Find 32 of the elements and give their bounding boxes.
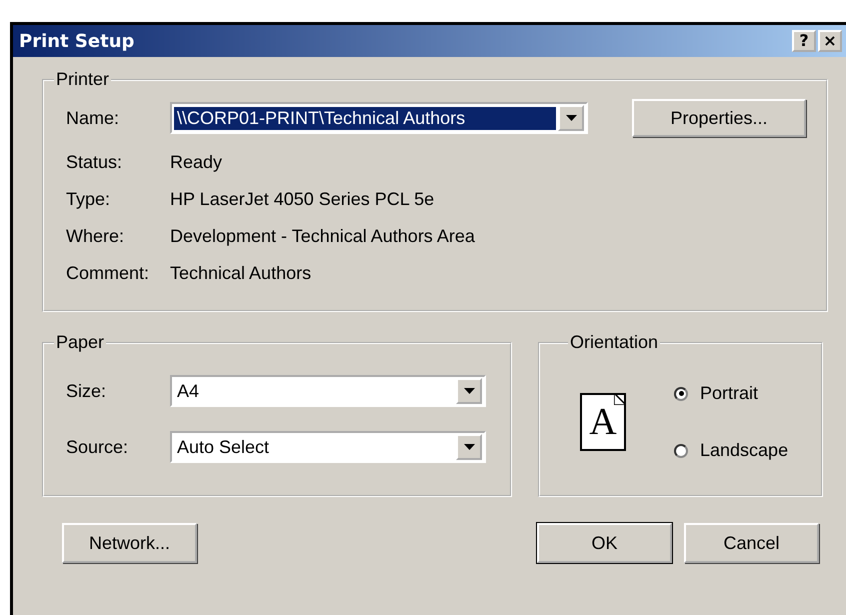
info-value: Development - Technical Authors Area [170, 226, 475, 247]
dropdown-value: Auto Select [176, 436, 270, 458]
cancel-button[interactable]: Cancel [684, 523, 819, 563]
help-button[interactable]: ? [792, 30, 816, 52]
radio-button[interactable] [674, 444, 688, 458]
field-label: Source: [66, 436, 130, 458]
field-label: Name: [66, 108, 120, 128]
group-label: Paper [55, 332, 106, 353]
printer-dropdown[interactable]: \\CORP01-PRINT\Technical Authors [170, 102, 588, 134]
info-value: HP LaserJet 4050 Series PCL 5e [170, 189, 434, 210]
field-label: Size: [66, 380, 108, 402]
properties-button[interactable]: Properties... [632, 99, 806, 137]
info-label: Where: [66, 226, 126, 247]
info-label: Comment: [66, 263, 150, 284]
network-button[interactable]: Network... [62, 523, 197, 563]
dropdown[interactable]: A4 [170, 375, 486, 407]
radio-option[interactable]: Landscape [674, 440, 788, 461]
dropdown[interactable]: Auto Select [170, 431, 486, 463]
window-title: Print Setup [19, 30, 134, 52]
group-label: Printer [55, 69, 110, 90]
group-label: Orientation [569, 332, 660, 353]
dropdown-value: \\CORP01-PRINT\Technical Authors [174, 106, 556, 130]
radio-option[interactable]: Portrait [674, 383, 788, 404]
info-value: Ready [170, 152, 222, 173]
info-label: Type: [66, 189, 112, 210]
dropdown-value: A4 [176, 380, 200, 402]
ok-button[interactable]: OK [537, 523, 672, 563]
page-preview-icon: A [580, 393, 626, 451]
close-button[interactable]: × [818, 30, 842, 52]
radio-button[interactable] [674, 386, 688, 400]
info-value: Technical Authors [170, 263, 312, 284]
info-label: Status: [66, 152, 124, 173]
